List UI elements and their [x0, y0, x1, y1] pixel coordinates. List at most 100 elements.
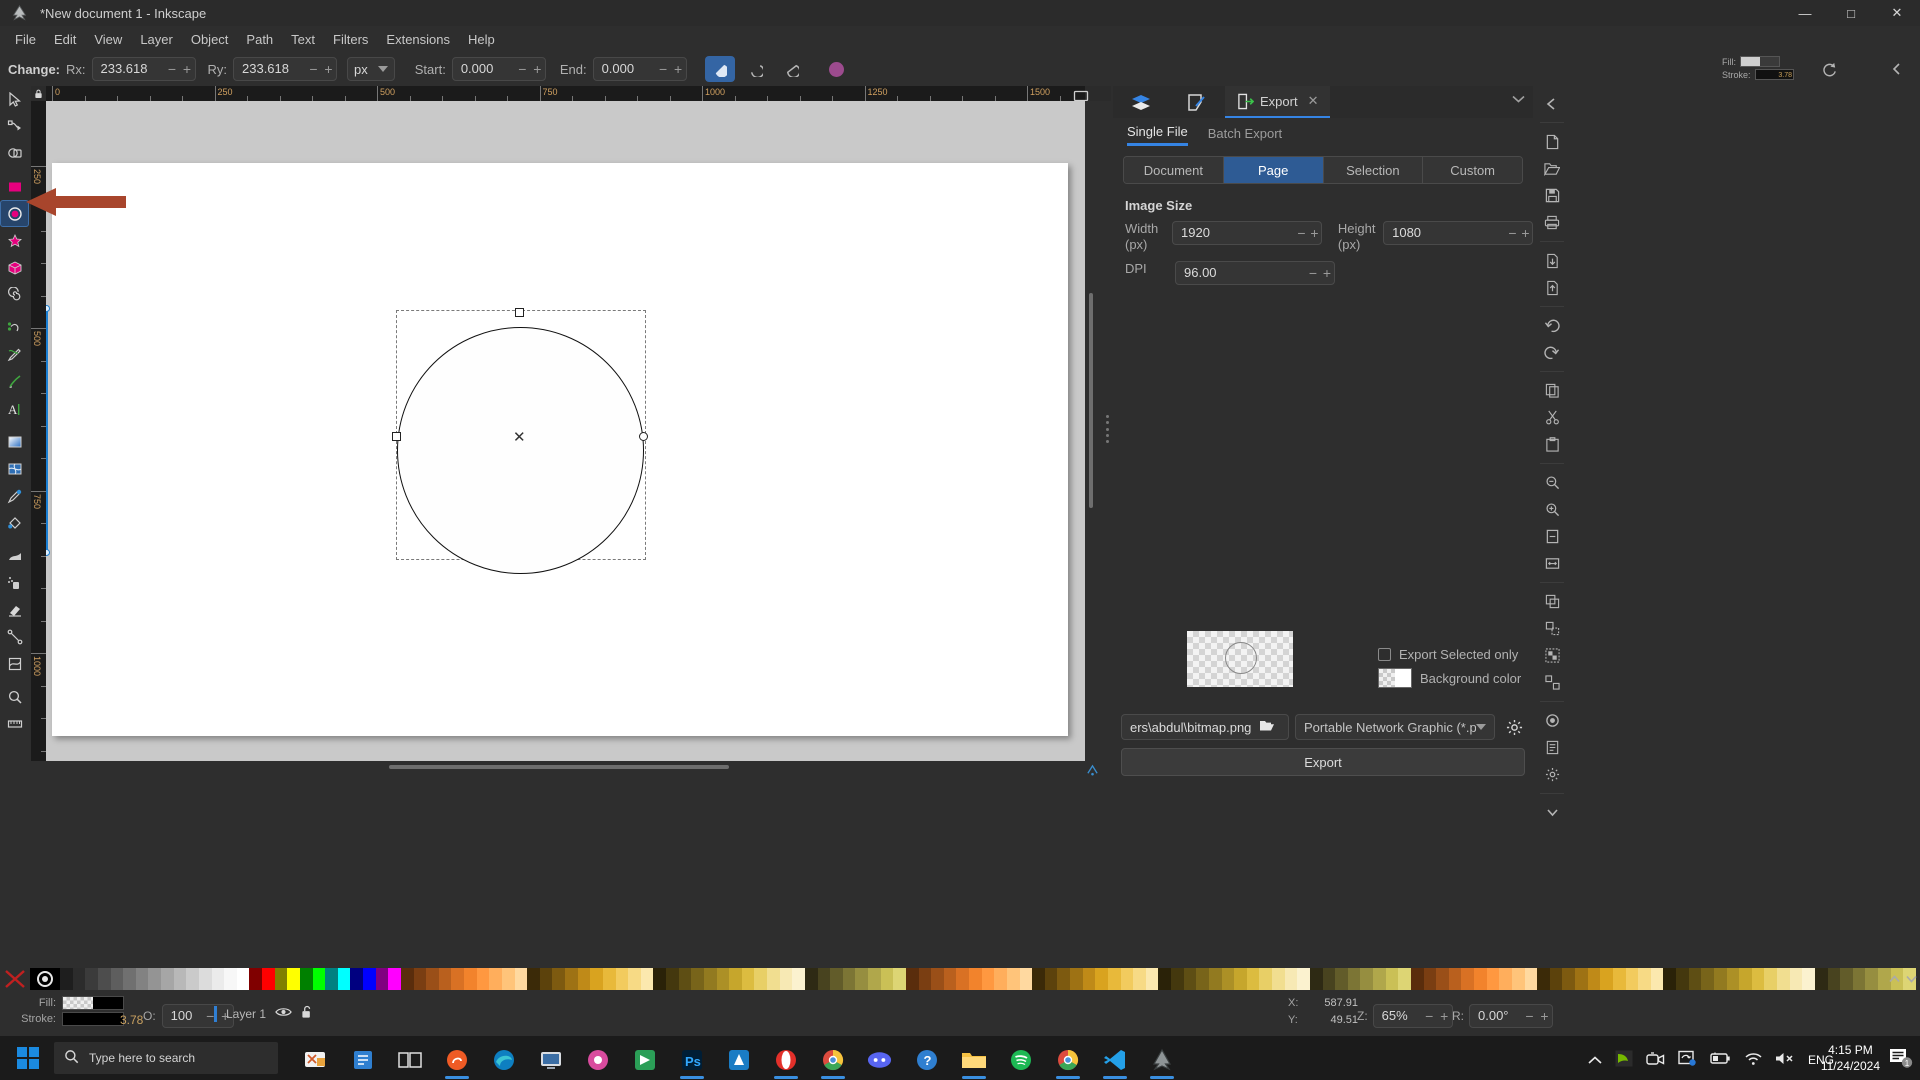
taskbar-app-inkscape[interactable] [1138, 1040, 1185, 1080]
palette-swatch[interactable] [236, 968, 250, 990]
palette-swatch[interactable] [1373, 968, 1386, 990]
palette-swatch[interactable] [830, 968, 843, 990]
palette-swatch[interactable] [1814, 968, 1828, 990]
ellipse-handle-right[interactable] [639, 432, 648, 441]
rotation-spinbox[interactable]: 0.00° − + [1469, 1004, 1553, 1028]
palette-swatch[interactable] [135, 968, 149, 990]
palette-swatch[interactable] [842, 968, 856, 990]
palette-swatch[interactable] [1057, 968, 1070, 990]
taskbar-app-chrome2[interactable] [1044, 1040, 1091, 1080]
palette-swatch[interactable] [1019, 968, 1033, 990]
maximize-button[interactable]: □ [1828, 0, 1874, 26]
toolbar-overflow-icon[interactable] [1886, 58, 1908, 80]
palette-swatch[interactable] [716, 968, 730, 990]
panel-resize-grip[interactable] [1104, 415, 1110, 443]
taskbar-app-chrome[interactable] [809, 1040, 856, 1080]
calligraphy-tool[interactable] [0, 368, 29, 395]
palette-swatch[interactable] [994, 968, 1007, 990]
palette-swatch[interactable] [85, 968, 98, 990]
palette-swatch[interactable] [1082, 968, 1096, 990]
palette-swatch[interactable] [1284, 968, 1298, 990]
menu-layer[interactable]: Layer [131, 29, 182, 50]
search-input[interactable]: Type here to search [54, 1042, 278, 1074]
palette-swatch[interactable] [1309, 968, 1323, 990]
slice-arc-icon[interactable] [704, 56, 735, 82]
ry-spinbox[interactable]: 233.618 − + [233, 57, 337, 81]
open-arc-icon[interactable] [741, 56, 771, 82]
palette-swatch[interactable] [1032, 968, 1045, 990]
scope-custom-button[interactable]: Custom [1423, 157, 1522, 183]
objects-tab[interactable] [1169, 86, 1225, 118]
tray-overflow-icon[interactable] [1588, 1053, 1602, 1068]
zoom-plus[interactable]: + [1437, 1005, 1452, 1027]
taskbar-app-snipping[interactable] [292, 1040, 339, 1080]
palette-swatch[interactable] [1095, 968, 1108, 990]
snap-controls-icon[interactable] [1084, 763, 1100, 777]
taskbar-app-opera[interactable] [762, 1040, 809, 1080]
3dbox-tool[interactable] [0, 254, 29, 281]
palette-swatch[interactable] [1587, 968, 1601, 990]
eye-icon[interactable] [275, 1006, 292, 1021]
palette-swatch[interactable] [565, 968, 578, 990]
palette-swatch[interactable] [1537, 968, 1550, 990]
vertical-scroll-thumb[interactable] [1089, 293, 1093, 508]
eraser-tool[interactable] [0, 596, 29, 623]
palette-swatch[interactable] [1827, 968, 1841, 990]
menu-object[interactable]: Object [182, 29, 238, 50]
start-minus[interactable]: − [515, 58, 530, 80]
rotation-minus[interactable]: − [1522, 1005, 1537, 1027]
paste-icon[interactable] [1537, 431, 1567, 458]
width-minus[interactable]: − [1295, 222, 1308, 244]
open-folder-icon[interactable] [1259, 719, 1275, 735]
start-spinbox[interactable]: 0.000 − + [451, 57, 546, 81]
palette-swatch[interactable] [388, 968, 401, 990]
color-palette[interactable] [0, 968, 1920, 990]
star-tool[interactable] [0, 227, 29, 254]
menu-edit[interactable]: Edit [45, 29, 85, 50]
rx-spinbox[interactable]: 233.618 − + [91, 57, 196, 81]
palette-swatch[interactable] [123, 968, 136, 990]
status-fill-swatch[interactable] [62, 996, 124, 1010]
palette-swatch[interactable] [274, 968, 288, 990]
palette-swatch[interactable] [1120, 968, 1134, 990]
pattern-swatch[interactable] [30, 968, 60, 990]
taskbar-app-notepad[interactable] [339, 1040, 386, 1080]
palette-swatch[interactable] [678, 968, 692, 990]
palette-swatch[interactable] [110, 968, 124, 990]
palette-swatch[interactable] [1385, 968, 1399, 990]
zoom-value[interactable]: 65% [1374, 1005, 1422, 1027]
horizontal-ruler[interactable]: 02505007501000125015001750 [46, 86, 1090, 101]
layer-name[interactable]: Layer 1 [226, 1007, 266, 1021]
tray-camera-icon[interactable] [1646, 1051, 1665, 1070]
palette-swatch[interactable] [224, 968, 237, 990]
tray-battery-icon[interactable] [1710, 1052, 1731, 1068]
menu-file[interactable]: File [6, 29, 45, 50]
dpi-minus[interactable]: − [1306, 262, 1320, 284]
palette-swatch[interactable] [1322, 968, 1336, 990]
close-icon[interactable]: ✕ [1308, 93, 1319, 109]
rotation-plus[interactable]: + [1537, 1005, 1552, 1027]
ellipse-handle-left[interactable] [392, 432, 401, 441]
gradient-tool[interactable] [0, 428, 29, 455]
palette-swatch[interactable] [893, 968, 906, 990]
scope-page-button[interactable]: Page [1223, 157, 1324, 183]
toolbar-stroke-swatch[interactable]: 3.78 [1754, 69, 1794, 80]
width-value[interactable]: 1920 [1173, 222, 1295, 244]
palette-swatch[interactable] [880, 968, 894, 990]
export-tab[interactable]: Export ✕ [1225, 86, 1331, 118]
zoom-page-icon[interactable] [1537, 523, 1567, 550]
export-settings-gear-icon[interactable] [1501, 714, 1527, 740]
palette-swatch[interactable] [173, 968, 187, 990]
node-tool[interactable] [0, 113, 29, 140]
palette-swatch[interactable] [918, 968, 932, 990]
export-icon[interactable] [1537, 274, 1567, 301]
palette-swatch[interactable] [1840, 968, 1853, 990]
palette-swatch[interactable] [1347, 968, 1361, 990]
menu-extensions[interactable]: Extensions [377, 29, 459, 50]
export-selected-only-row[interactable]: Export Selected only [1378, 647, 1518, 662]
palette-swatch[interactable] [1751, 968, 1765, 990]
text-tool[interactable]: A [0, 395, 29, 422]
palette-swatch[interactable] [60, 968, 73, 990]
dpi-plus[interactable]: + [1320, 262, 1334, 284]
spray-tool[interactable] [0, 569, 29, 596]
